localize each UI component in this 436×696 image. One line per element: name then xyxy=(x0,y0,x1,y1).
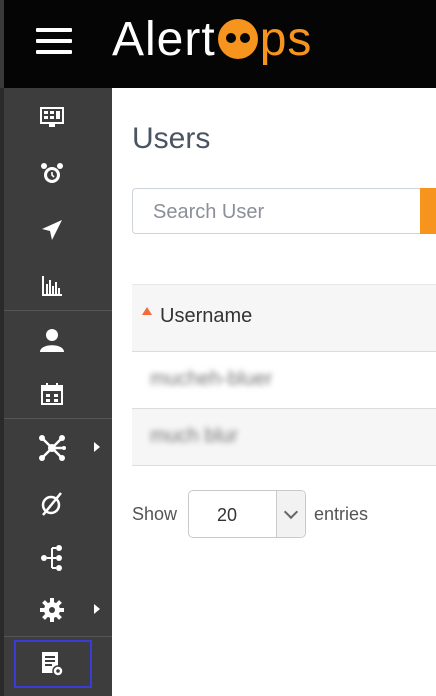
settings-gear-icon xyxy=(38,596,66,624)
logo-text-ops: ps xyxy=(259,13,313,66)
table-row[interactable]: much blur xyxy=(132,409,436,466)
sidebar-divider xyxy=(4,310,112,311)
sort-ascending-icon xyxy=(142,307,152,315)
column-header-username[interactable]: Username xyxy=(132,285,436,352)
username-cell: mucheh-bluer xyxy=(150,368,273,390)
alertops-logo: Alert ps xyxy=(112,12,312,68)
table-row[interactable]: mucheh-bluer xyxy=(132,352,436,409)
sidebar xyxy=(0,88,112,696)
dashboard-monitor-icon xyxy=(38,104,66,132)
sidebar-divider xyxy=(4,636,112,637)
top-bar: Alert ps xyxy=(0,0,436,88)
show-label: Show xyxy=(132,504,178,524)
workflow-tree-icon xyxy=(38,544,66,572)
report-settings-icon xyxy=(38,650,66,678)
sidebar-item-messages[interactable] xyxy=(4,210,112,250)
sidebar-item-schedules[interactable] xyxy=(4,374,112,414)
integrations-hub-icon xyxy=(38,434,66,462)
search-button[interactable] xyxy=(420,188,436,234)
page-size-select[interactable]: 20 xyxy=(188,490,306,538)
submenu-arrow-icon xyxy=(94,604,100,614)
hamburger-icon[interactable] xyxy=(36,28,72,56)
entries-label: entries xyxy=(314,504,369,524)
search-box xyxy=(132,188,436,235)
bar-chart-icon xyxy=(38,272,66,300)
page-size-value: 20 xyxy=(217,505,238,525)
sidebar-item-alerts[interactable] xyxy=(4,154,112,194)
sidebar-divider xyxy=(4,418,112,419)
calendar-icon xyxy=(38,380,66,408)
sidebar-item-integrations[interactable] xyxy=(4,428,112,468)
sidebar-item-workflows[interactable] xyxy=(4,538,112,578)
username-cell: much blur xyxy=(150,425,238,447)
page-size-control: Show 20 entries xyxy=(132,488,432,538)
logo-text-alert: Alert xyxy=(112,13,216,66)
main-content: Users Username mucheh-bluer much blur Sh… xyxy=(112,88,436,696)
diameter-null-icon xyxy=(38,490,66,518)
users-table: Username mucheh-bluer much blur xyxy=(132,284,436,466)
paper-plane-icon xyxy=(38,216,66,244)
chevron-down-icon[interactable] xyxy=(276,491,305,537)
submenu-arrow-icon xyxy=(94,442,100,452)
sidebar-item-settings[interactable] xyxy=(4,590,112,630)
sidebar-item-report-settings[interactable] xyxy=(14,640,92,688)
sidebar-item-reports[interactable] xyxy=(4,266,112,306)
sidebar-item-dashboard[interactable] xyxy=(4,98,112,138)
alarm-clock-icon xyxy=(38,160,66,188)
user-icon xyxy=(38,326,66,354)
page-title: Users xyxy=(132,122,211,155)
logo-clock-icon xyxy=(217,19,258,59)
column-header-label: Username xyxy=(160,305,253,327)
search-input[interactable] xyxy=(133,189,435,235)
sidebar-item-empty-state[interactable] xyxy=(4,484,112,524)
sidebar-item-users[interactable] xyxy=(4,320,112,360)
